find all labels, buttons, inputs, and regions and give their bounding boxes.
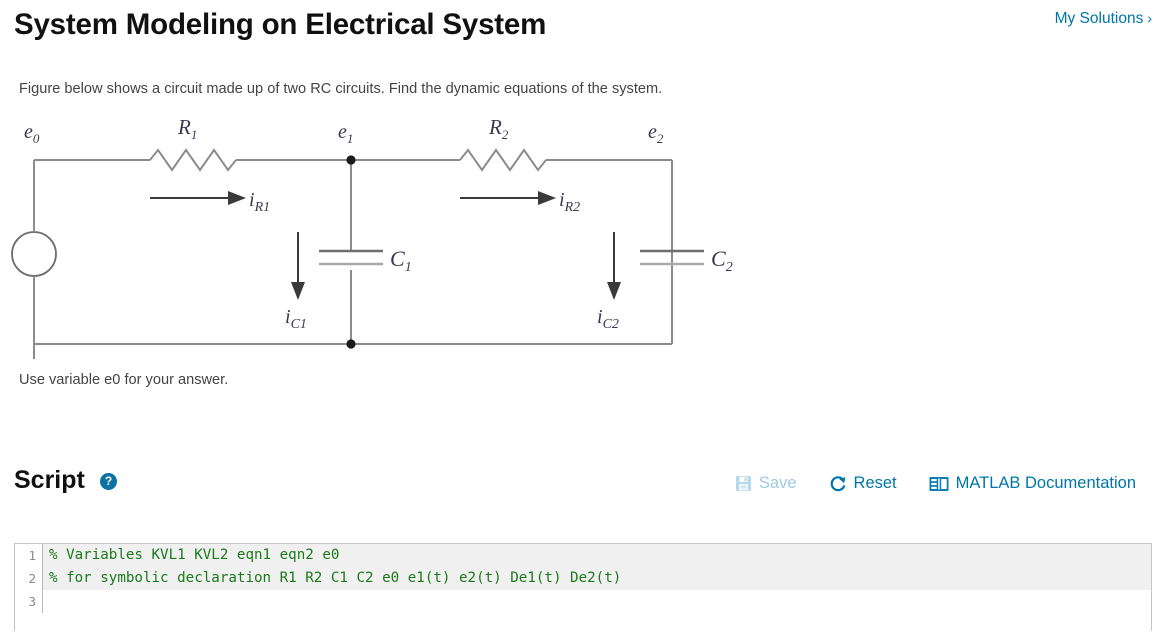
save-button[interactable]: Save	[735, 474, 797, 493]
label-e2: e2	[648, 121, 664, 146]
code-line[interactable]: 1% Variables KVL1 KVL2 eqn1 eqn2 e0	[15, 544, 1151, 567]
current-arrow-ir2	[460, 191, 556, 205]
line-number: 2	[15, 567, 42, 590]
current-arrow-ic1	[291, 232, 305, 300]
page-title: System Modeling on Electrical System	[14, 8, 547, 41]
code-line[interactable]: 3	[15, 590, 1151, 613]
code-editor[interactable]: 1% Variables KVL1 KVL2 eqn1 eqn2 e0 2% fo…	[14, 543, 1152, 631]
line-number: 3	[15, 590, 42, 613]
refresh-icon	[829, 475, 847, 493]
resistor-r2-symbol	[459, 148, 547, 172]
code-text[interactable]	[43, 590, 1151, 613]
label-ir1: iR1	[249, 189, 270, 215]
reset-label: Reset	[853, 474, 897, 492]
current-arrow-ic2	[607, 232, 621, 300]
label-ic2: iC2	[597, 306, 619, 332]
label-r2: R2	[488, 115, 509, 142]
voltage-source-symbol	[11, 231, 57, 277]
resistor-r1-symbol	[149, 148, 237, 172]
label-e0: e0	[24, 121, 40, 146]
junction-dot-node1-bottom	[346, 339, 356, 349]
my-solutions-link[interactable]: My Solutions ›	[1055, 10, 1152, 28]
docs-label: MATLAB Documentation	[955, 474, 1136, 492]
label-c1: C1	[390, 246, 412, 275]
save-label: Save	[758, 474, 797, 492]
label-ic1: iC1	[285, 306, 307, 332]
code-line[interactable]: 2% for symbolic declaration R1 R2 C1 C2 …	[15, 567, 1151, 590]
problem-statement: Figure below shows a circuit made up of …	[19, 81, 663, 97]
line-number: 1	[15, 544, 42, 567]
code-text[interactable]: % Variables KVL1 KVL2 eqn1 eqn2 e0	[43, 544, 1151, 567]
circuit-diagram: e0 R1 e1 R2 e2 iR1 iR2 iC1 iC2 C1 C2	[0, 104, 760, 359]
answer-instruction: Use variable e0 for your answer.	[19, 372, 229, 388]
label-e1: e1	[338, 121, 353, 146]
label-c2: C2	[711, 246, 733, 275]
current-arrow-ir1	[150, 191, 246, 205]
script-section-header: Script ? Save Reset MATLAB Documentation	[0, 462, 1166, 510]
script-toolbar: Save Reset MATLAB Documentation	[735, 474, 1136, 493]
label-ir2: iR2	[559, 189, 580, 215]
script-heading: Script	[14, 466, 85, 494]
code-text[interactable]: % for symbolic declaration R1 R2 C1 C2 e…	[43, 567, 1151, 590]
chevron-right-icon: ›	[1147, 10, 1152, 26]
junction-dot-node1-top	[346, 155, 356, 165]
my-solutions-label: My Solutions	[1054, 10, 1144, 27]
reset-button[interactable]: Reset	[829, 474, 897, 493]
book-icon	[929, 476, 949, 492]
matlab-documentation-link[interactable]: MATLAB Documentation	[929, 474, 1136, 493]
page-header: System Modeling on Electrical System My …	[0, 0, 1166, 58]
floppy-disk-icon	[735, 475, 752, 492]
code-lines-container: 1% Variables KVL1 KVL2 eqn1 eqn2 e0 2% fo…	[15, 544, 1151, 613]
label-r1: R1	[177, 115, 197, 142]
help-icon[interactable]: ?	[100, 473, 117, 490]
